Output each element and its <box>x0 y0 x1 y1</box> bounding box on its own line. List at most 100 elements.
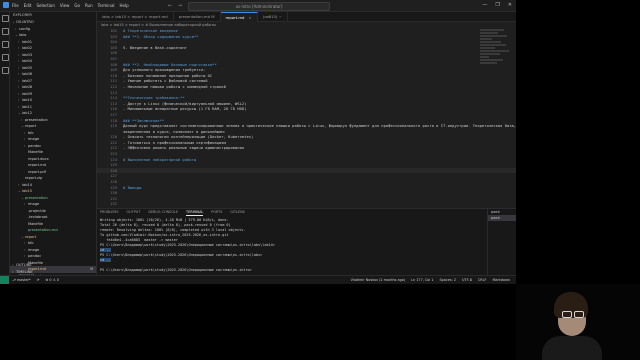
status-right-item[interactable]: CRLF <box>478 276 487 284</box>
panel-tabs: PROBLEMS OUTPUT DEBUG CONSOLE TERMINAL PORTS… <box>97 209 516 216</box>
tab-label: report.md <box>225 15 245 20</box>
editor-area: labs > lab15 > report > report.md present… <box>97 12 516 207</box>
tree-item-label: labs <box>19 33 27 37</box>
panel-tab-output[interactable]: OUTPUT <box>127 209 141 216</box>
terminal-line-text: PS C:\Users\Владимир\work\study\2025-202… <box>100 243 275 247</box>
terminal-output[interactable]: Writing objects: 100% (26/26), 4.28 MiB … <box>100 218 486 273</box>
line-text: # Выполнение лабораторной работы <box>123 156 197 162</box>
status-right-item[interactable]: Vladimir Noskov (2 months ago) <box>351 276 406 284</box>
close-icon[interactable]: ✕ <box>508 2 512 8</box>
menu-bar: File Edit Selection View Go Run Terminal Help <box>12 3 129 8</box>
person-body <box>542 336 602 360</box>
tree-item-label: Makefile <box>28 150 43 154</box>
terminal-line-text: To github.com:Vladimir-Noskov/os-intro_2… <box>100 233 229 237</box>
run-debug-icon[interactable] <box>2 54 9 61</box>
status-bar: ⎇ master* ⟳ ⊗ 0 ⚠ 0 Vladimir Noskov (2 mon… <box>0 275 516 284</box>
line-text: # Выводы <box>123 184 142 190</box>
tree-item-label: image <box>28 202 40 206</box>
terminal-line-text: fe4d6e4..4ca6083 master -> master <box>100 238 178 242</box>
minimap[interactable] <box>480 28 510 128</box>
terminal-line-text: Total 26 (delta 8), reused 0 (delta 0), … <box>100 223 231 227</box>
search-icon[interactable] <box>2 28 9 35</box>
terminal-instance[interactable]: pwsh <box>488 215 516 221</box>
activity-bar <box>0 12 10 275</box>
line-text: ### **1. Обзор содержания курса** <box>123 33 199 39</box>
bottom-panel: PROBLEMS OUTPUT DEBUG CONSOLE TERMINAL PORTS… <box>97 208 516 276</box>
status-left: ⎇ master* ⟳ ⊗ 0 ⚠ 0 <box>12 276 59 284</box>
menu-item-selection[interactable]: Selection <box>36 3 54 8</box>
tree-item-label: report.pdf <box>28 169 46 174</box>
menu-item-edit[interactable]: Edit <box>24 3 32 8</box>
tree-item-label: lab09 <box>22 91 33 96</box>
line-text: - Минимальные аппаратные ресурсы (1 ГБ R… <box>123 106 247 112</box>
panel-tab-debug-console[interactable]: DEBUG CONSOLE <box>148 209 178 216</box>
status-left-item[interactable]: ⟳ <box>37 276 40 284</box>
menu-item-go[interactable]: Go <box>74 3 80 8</box>
tree-item-label: bib <box>28 130 34 135</box>
terminal-line-text: cd .. <box>100 248 111 252</box>
terminal-list: pwsh pwsh <box>487 209 516 276</box>
tree-item-label: image <box>28 137 40 141</box>
menu-item-terminal[interactable]: Terminal <box>98 3 115 8</box>
tree-item-label: lab06 <box>22 72 33 76</box>
status-right-item[interactable]: Spaces: 2 <box>440 276 456 284</box>
close-icon[interactable]: × <box>248 15 251 20</box>
vscode-logo-icon <box>3 2 9 8</box>
tree-item-label: lab12 <box>22 111 33 115</box>
tree-item-label: presentation <box>25 195 48 200</box>
editor-tab[interactable]: report.md × <box>220 12 258 22</box>
command-center-search[interactable]: os-intro [Administrator] <box>188 2 330 11</box>
tree-item-label: report <box>25 124 36 128</box>
editor-tab[interactable]: presentation.md M <box>174 12 221 21</box>
tab-label: (лаб15) ~ <box>262 14 282 19</box>
tree-item-label: lab03 <box>22 52 33 57</box>
tree-item-label: lab05 <box>22 65 33 70</box>
terminal-line-text: cd .. <box>100 258 111 262</box>
status-right-item[interactable]: UTF-8 <box>462 276 472 284</box>
vscode-window: File Edit Selection View Go Run Terminal Help ←… <box>0 0 516 284</box>
status-right-item[interactable]: Ln 177, Col 1 <box>411 276 433 284</box>
status-left-item[interactable]: ⊗ 0 ⚠ 0 <box>45 276 58 284</box>
panel-tab-terminal[interactable]: TERMINAL <box>186 209 204 216</box>
explorer-sidebar: EXPLORER ⌄OS-INTRO › config ⌄labs › lab01 › la… <box>10 12 97 275</box>
explorer-header: EXPLORER <box>13 13 32 17</box>
tree-item-label: Makefile <box>28 221 43 226</box>
tree-item-label: image <box>28 247 40 252</box>
nav-arrows[interactable]: ← → <box>168 3 184 9</box>
editor-tab[interactable]: labs > lab15 > report > report.md <box>97 12 174 21</box>
tab-label: presentation.md M <box>178 14 215 19</box>
tree-item-label: report.md <box>28 163 46 167</box>
tree-item-label: lab15 <box>22 189 33 193</box>
status-left-item[interactable]: ⎇ master* <box>12 276 31 284</box>
editor-tab[interactable]: (лаб15) ~ <box>258 12 288 21</box>
title-bar: File Edit Selection View Go Run Terminal Help ←… <box>0 0 516 12</box>
status-right-item[interactable]: Markdown <box>492 276 510 284</box>
window-controls: — ❐ ✕ <box>482 2 512 8</box>
panel-tab-problems[interactable]: PROBLEMS <box>100 209 119 216</box>
code-view[interactable]: 102 # Теоретическое введение 103 ### **1. О… <box>97 28 516 207</box>
panel-tab-gitlens[interactable]: GITLENS <box>230 209 244 216</box>
tree-item-label: presentation.md <box>28 228 58 232</box>
terminal-line-text: remote: Resolving deltas: 100% (8/8), co… <box>100 228 246 232</box>
terminal-line: PS C:\Users\Владимир\work\study\2025-202… <box>100 268 486 273</box>
menu-item-file[interactable]: File <box>12 3 19 8</box>
terminal-line-text: PS C:\Users\Владимир\work\study\2025-202… <box>100 253 263 257</box>
remote-indicator-icon[interactable] <box>0 276 9 284</box>
extensions-icon[interactable] <box>2 67 9 74</box>
menu-item-help[interactable]: Help <box>120 3 129 8</box>
tab-label: labs > lab15 > report > report.md <box>102 14 168 19</box>
status-right: Vladimir Noskov (2 months ago) Ln 177, Co… <box>351 276 510 284</box>
menu-item-run[interactable]: Run <box>85 3 93 8</box>
line-text: 5. Введение в Bash-скриптинг <box>123 44 188 50</box>
terminal-line-text: PS C:\Users\Владимир\work\study\2025-202… <box>100 268 252 272</box>
panel-tab-ports[interactable]: PORTS <box>211 209 222 216</box>
explorer-icon[interactable] <box>2 15 9 22</box>
maximize-icon[interactable]: ❐ <box>495 2 499 8</box>
tree-item-label: .projectile <box>28 208 46 213</box>
tree-item-label: report.docx <box>28 156 49 161</box>
tree-item-label: lab04 <box>22 59 33 63</box>
minimize-icon[interactable]: — <box>482 2 487 8</box>
tree-item-label: .texlabroot <box>28 215 48 219</box>
source-control-icon[interactable] <box>2 41 9 48</box>
menu-item-view[interactable]: View <box>60 3 70 8</box>
